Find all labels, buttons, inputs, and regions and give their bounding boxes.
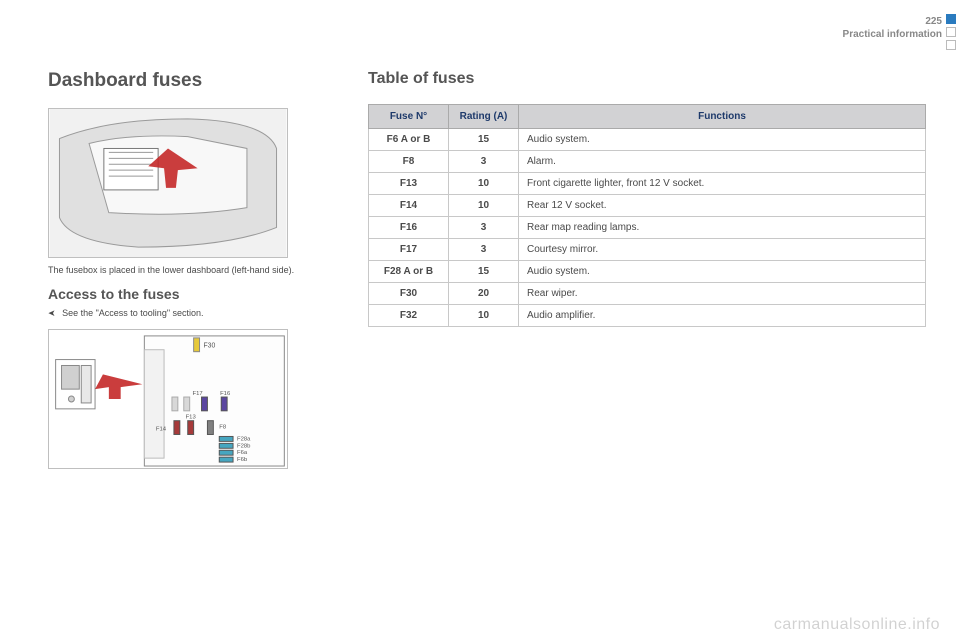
table-header-row: Fuse N° Rating (A) Functions <box>369 105 926 129</box>
watermark: carmanualsonline.info <box>774 616 940 634</box>
cell-rating: 15 <box>449 261 519 283</box>
marker-square-empty <box>946 40 956 50</box>
dashboard-caption: The fusebox is placed in the lower dashb… <box>48 264 338 276</box>
label-f28a: F28a <box>237 437 251 443</box>
fuse-diagram-svg: F30 F17 F16 F14 F13 F8 <box>49 330 287 468</box>
label-f30: F30 <box>203 343 215 350</box>
table-row: F28 A or B 15 Audio system. <box>369 261 926 283</box>
access-bullet-text: See the "Access to tooling" section. <box>62 308 203 318</box>
cell-rating: 10 <box>449 305 519 327</box>
cell-functions: Audio amplifier. <box>519 305 926 327</box>
cell-fuse-no: F17 <box>369 239 449 261</box>
cell-fuse-no: F16 <box>369 217 449 239</box>
dashboard-illustration <box>48 108 288 258</box>
table-row: F17 3 Courtesy mirror. <box>369 239 926 261</box>
cell-functions: Audio system. <box>519 261 926 283</box>
table-heading: Table of fuses <box>368 70 926 88</box>
cell-fuse-no: F13 <box>369 173 449 195</box>
access-bullet: ➤ See the "Access to tooling" section. <box>48 308 338 319</box>
page: 225 Practical information Dashboard fuse… <box>0 0 960 640</box>
table-row: F8 3 Alarm. <box>369 151 926 173</box>
cell-rating: 3 <box>449 239 519 261</box>
label-f14: F14 <box>156 427 167 433</box>
cell-functions: Rear map reading lamps. <box>519 217 926 239</box>
content: Dashboard fuses <box>48 70 926 630</box>
table-row: F6 A or B 15 Audio system. <box>369 129 926 151</box>
label-f13: F13 <box>186 415 197 421</box>
col-fuse-no: Fuse N° <box>369 105 449 129</box>
cell-functions: Rear wiper. <box>519 283 926 305</box>
cell-rating: 20 <box>449 283 519 305</box>
right-column: Table of fuses Fuse N° Rating (A) Functi… <box>368 70 926 630</box>
col-rating: Rating (A) <box>449 105 519 129</box>
dashboard-illustration-svg <box>49 109 287 257</box>
cell-rating: 3 <box>449 151 519 173</box>
table-row: F14 10 Rear 12 V socket. <box>369 195 926 217</box>
cell-fuse-no: F8 <box>369 151 449 173</box>
cell-functions: Rear 12 V socket. <box>519 195 926 217</box>
access-heading: Access to the fuses <box>48 286 338 302</box>
table-row: F30 20 Rear wiper. <box>369 283 926 305</box>
label-f16: F16 <box>220 391 231 397</box>
label-f6b: F6b <box>237 457 248 463</box>
label-f28b: F28b <box>237 443 251 449</box>
cell-rating: 15 <box>449 129 519 151</box>
cell-fuse-no: F30 <box>369 283 449 305</box>
page-header: 225 Practical information <box>700 16 960 40</box>
cell-functions: Front cigarette lighter, front 12 V sock… <box>519 173 926 195</box>
page-number: 225 <box>700 16 942 27</box>
cell-functions: Alarm. <box>519 151 926 173</box>
cell-rating: 3 <box>449 217 519 239</box>
section-name: Practical information <box>700 29 942 40</box>
cell-functions: Audio system. <box>519 129 926 151</box>
label-f17: F17 <box>192 391 202 397</box>
cell-fuse-no: F6 A or B <box>369 129 449 151</box>
col-functions: Functions <box>519 105 926 129</box>
left-column: Dashboard fuses <box>48 70 338 630</box>
fuse-diagram: F30 F17 F16 F14 F13 F8 <box>48 329 288 469</box>
bullet-arrow-icon: ➤ <box>48 308 56 319</box>
fuse-table: Fuse N° Rating (A) Functions F6 A or B 1… <box>368 104 926 327</box>
label-f6a: F6a <box>237 450 248 456</box>
table-row: F32 10 Audio amplifier. <box>369 305 926 327</box>
cell-fuse-no: F28 A or B <box>369 261 449 283</box>
cell-rating: 10 <box>449 173 519 195</box>
cell-rating: 10 <box>449 195 519 217</box>
cell-functions: Courtesy mirror. <box>519 239 926 261</box>
cell-fuse-no: F14 <box>369 195 449 217</box>
table-row: F13 10 Front cigarette lighter, front 12… <box>369 173 926 195</box>
cell-fuse-no: F32 <box>369 305 449 327</box>
table-row: F16 3 Rear map reading lamps. <box>369 217 926 239</box>
label-f8: F8 <box>219 425 227 431</box>
dashboard-fuses-heading: Dashboard fuses <box>48 70 338 92</box>
